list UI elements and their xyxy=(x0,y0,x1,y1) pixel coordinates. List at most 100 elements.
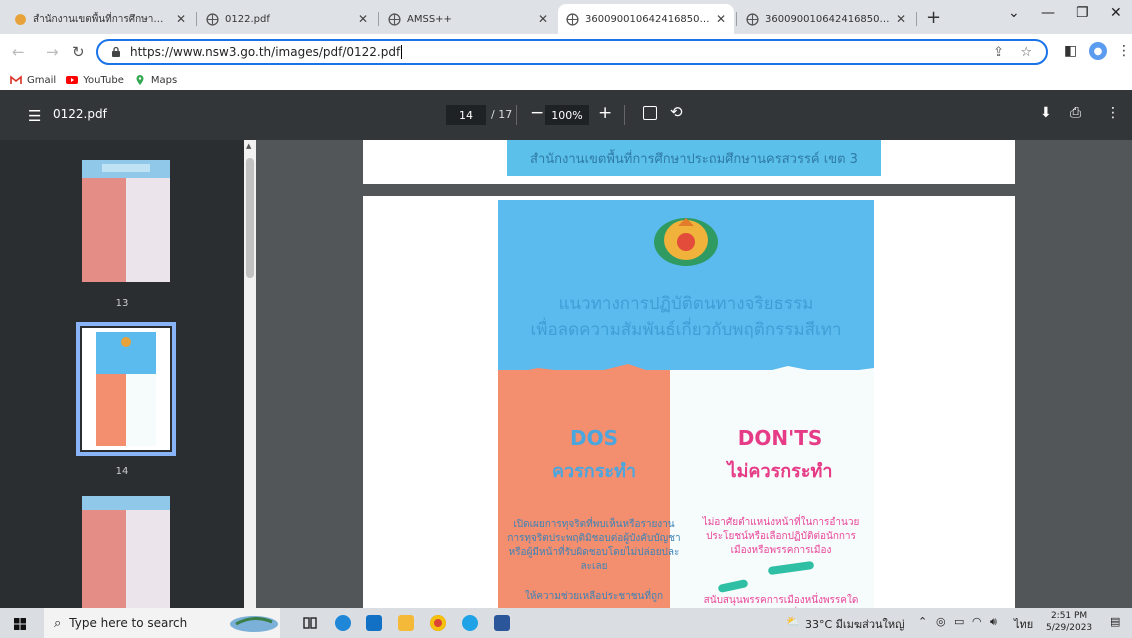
minimize-button[interactable]: — xyxy=(1041,5,1055,21)
bookmark-label: Gmail xyxy=(27,74,57,86)
tab-pdf[interactable]: 0122.pdf ✕ xyxy=(198,4,376,34)
thumbnail-page-15[interactable] xyxy=(82,496,170,618)
tab-doc-2[interactable]: 36009001064241685089301 ✕ xyxy=(738,4,914,34)
meet-icon[interactable]: ◎ xyxy=(936,615,946,628)
tab-doc-1[interactable]: 36009001064241685089301 ✕ xyxy=(558,4,734,34)
rotate-icon[interactable]: ⟲ xyxy=(670,103,683,121)
tab-title: 36009001064241685089301 xyxy=(765,13,890,25)
menu-kebab-icon[interactable]: ⋮ xyxy=(1117,43,1131,59)
scrollbar[interactable]: ▲ xyxy=(244,140,256,608)
tab-title: 36009001064241685089301 xyxy=(585,13,710,25)
close-icon[interactable]: ✕ xyxy=(176,12,186,26)
donts-subtitle: ไม่ควรกระทำ xyxy=(727,461,833,482)
menu-icon[interactable]: ☰ xyxy=(28,107,41,125)
tab-amss[interactable]: AMSS++ ✕ xyxy=(380,4,556,34)
donts-text-2: สนับสนุนพรรคการเมืองหนึ่งพรรคใดพรรคหนึ่ง xyxy=(703,595,859,606)
mail-icon[interactable] xyxy=(366,615,382,631)
avatar[interactable]: ● xyxy=(1089,42,1107,60)
clock-time: 2:51 PM xyxy=(1050,611,1088,621)
tab-title: สำนักงานเขตพื้นที่การศึกษามัธยมศึกษา xyxy=(33,13,170,25)
bookmark-star-icon[interactable]: ☆ xyxy=(1020,45,1032,60)
page-banner: สำนักงานเขตพื้นที่การศึกษาประถมศึกษานครส… xyxy=(507,140,881,176)
chrome-icon[interactable] xyxy=(430,615,446,631)
restore-button[interactable]: ❐ xyxy=(1076,5,1089,21)
edge-icon[interactable] xyxy=(335,615,351,631)
pdf-filename: 0122.pdf xyxy=(53,107,107,121)
share-icon[interactable]: ⇪ xyxy=(993,45,1004,60)
zoom-input[interactable]: 100% xyxy=(545,105,589,125)
poster-title-line2: เพื่อลดความสัมพันธ์เกี่ยวกับพฤติกรรมสีเท… xyxy=(530,320,842,340)
tab-title: AMSS++ xyxy=(407,13,452,25)
thumbnail-sidebar: 13 14 xyxy=(0,140,244,618)
clock-date: 5/29/2023 xyxy=(1046,623,1093,633)
thumbnail-page-14[interactable] xyxy=(76,322,176,456)
bookmarks-bar: Gmail YouTube Maps xyxy=(0,70,1132,90)
thumbnail-label: 13 xyxy=(115,298,129,309)
forward-icon[interactable]: → xyxy=(46,43,59,61)
reload-icon[interactable]: ↻ xyxy=(72,43,85,61)
dos-text-2: ให้ความช่วยเหลือประชาชนที่ถูก xyxy=(524,591,664,602)
search-placeholder: Type here to search xyxy=(69,616,188,630)
new-tab-button[interactable]: + xyxy=(926,7,941,28)
zoom-out-button[interactable]: − xyxy=(530,103,544,123)
task-view-icon[interactable] xyxy=(302,615,318,631)
tab-search-icon[interactable]: ⌄ xyxy=(1008,5,1020,21)
page-total: / 17 xyxy=(491,108,513,121)
dos-subtitle: ควรกระทำ xyxy=(551,461,637,482)
browser-toolbar: ← → ↻ https://www.nsw3.go.th/images/pdf/… xyxy=(0,34,1132,70)
thumbnail-page-13[interactable] xyxy=(82,160,170,282)
fit-page-icon[interactable] xyxy=(643,106,657,120)
download-icon[interactable]: ⬇ xyxy=(1040,105,1052,121)
sidepanel-icon[interactable]: ◧ xyxy=(1064,43,1077,59)
notification-icon[interactable]: ▤ xyxy=(1110,615,1120,628)
tray-chevron-icon[interactable]: ⌃ xyxy=(918,615,927,628)
close-icon[interactable]: ✕ xyxy=(716,12,726,26)
file-explorer-icon[interactable] xyxy=(398,615,414,631)
battery-icon[interactable]: ▭ xyxy=(954,615,964,628)
emblem-icon xyxy=(654,218,718,266)
screen: สำนักงานเขตพื้นที่การศึกษามัธยมศึกษา ✕ 0… xyxy=(0,0,1132,638)
windows-start-icon[interactable] xyxy=(14,618,26,630)
youtube-icon xyxy=(66,76,79,84)
bookmark-gmail[interactable]: Gmail xyxy=(10,75,56,86)
seal-icon xyxy=(14,13,27,26)
taskbar-search[interactable]: ⌕ Type here to search xyxy=(44,608,280,638)
page-number-input[interactable]: 14 xyxy=(446,105,486,125)
more-icon[interactable]: ⋮ xyxy=(1106,105,1120,121)
bookmark-label: YouTube xyxy=(83,74,124,86)
close-icon[interactable]: ✕ xyxy=(538,12,548,26)
lock-icon xyxy=(112,46,120,57)
globe-icon xyxy=(388,12,401,26)
print-icon[interactable]: ⎙ xyxy=(1070,105,1081,121)
back-icon[interactable]: ← xyxy=(12,43,25,61)
taskbar: ⌕ Type here to search ⛅ 33°C มีเมฆส่วนให… xyxy=(0,608,1132,638)
volume-icon[interactable]: 🔊︎ xyxy=(990,615,997,629)
tab-office[interactable]: สำนักงานเขตพื้นที่การศึกษามัธยมศึกษา ✕ xyxy=(6,4,194,34)
address-bar[interactable]: https://www.nsw3.go.th/images/pdf/0122.p… xyxy=(96,39,1048,65)
weather-text[interactable]: 33°C มีเมฆส่วนใหญ่ xyxy=(805,615,905,633)
globe-icon xyxy=(206,12,219,26)
close-window-button[interactable]: ✕ xyxy=(1110,5,1122,21)
globe-icon xyxy=(746,12,759,26)
skype-icon[interactable] xyxy=(462,615,478,631)
poster-title-line1: แนวทางการปฏิบัติตนทางจริยธรรม xyxy=(558,294,814,314)
dos-title: DOS xyxy=(569,426,618,450)
bookmark-maps[interactable]: Maps xyxy=(134,75,177,86)
zoom-in-button[interactable]: + xyxy=(598,103,612,123)
pdf-toolbar: ☰ 0122.pdf 14 / 17 − 100% + ⟲ ⬇ ⎙ ⋮ xyxy=(0,90,1132,140)
word-icon[interactable] xyxy=(494,615,510,631)
close-icon[interactable]: ✕ xyxy=(358,12,368,26)
thumbnail-label: 14 xyxy=(115,466,129,477)
close-icon[interactable]: ✕ xyxy=(896,12,906,26)
url-text: https://www.nsw3.go.th/images/pdf/0122.p… xyxy=(130,45,401,59)
globe-icon xyxy=(566,12,579,26)
clock[interactable]: 2:51 PM 5/29/2023 xyxy=(1046,610,1092,634)
tab-strip: สำนักงานเขตพื้นที่การศึกษามัธยมศึกษา ✕ 0… xyxy=(0,0,1132,34)
bookmark-label: Maps xyxy=(150,74,178,86)
weather-icon[interactable]: ⛅ xyxy=(786,615,800,628)
bookmark-youtube[interactable]: YouTube xyxy=(66,75,124,86)
poster: แนวทางการปฏิบัติตนทางจริยธรรม เพื่อลดควา… xyxy=(498,200,874,608)
wifi-icon[interactable]: ◠ xyxy=(972,615,982,628)
language-indicator[interactable]: ไทย xyxy=(1014,615,1033,633)
search-icon: ⌕ xyxy=(54,615,62,631)
